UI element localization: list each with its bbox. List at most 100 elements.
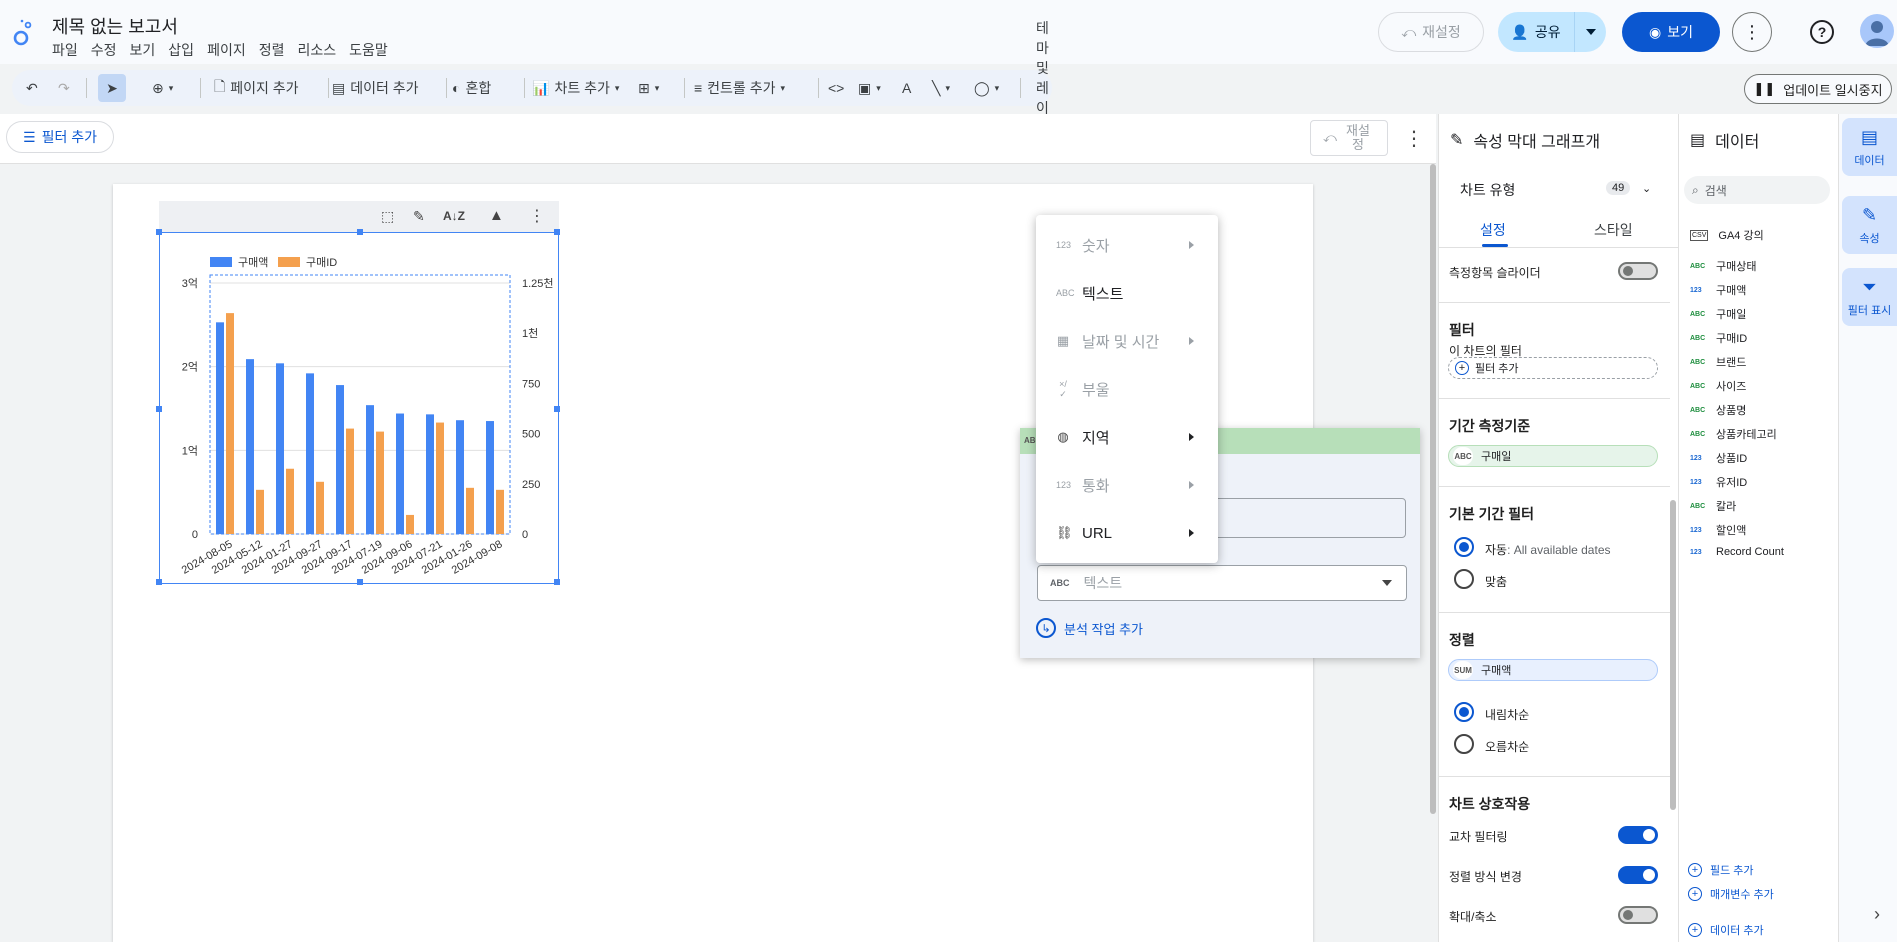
field-name: 상품카테고리 <box>1716 429 1777 441</box>
type-menu-item[interactable]: ▦ 날짜 및 시간 <box>1036 317 1218 365</box>
help-icon[interactable]: ? <box>1810 20 1834 44</box>
account-icon <box>1865 21 1889 46</box>
undo-icon[interactable]: ↶ <box>26 70 38 106</box>
legend-swatch <box>278 257 300 267</box>
reset-button[interactable]: ⤺ 재설정 <box>1378 12 1484 52</box>
select-pointer-icon[interactable]: ➤ <box>98 74 126 102</box>
data-field-item[interactable]: ABC 구매일 <box>1690 306 1746 322</box>
kebab-icon[interactable]: ⋮ <box>1404 126 1424 151</box>
bar-chart[interactable]: 0 1억 2억 3억 0 250 500 750 1천 1.25천 2024-08-05 2024-0… <box>156 229 560 585</box>
view-button[interactable]: ◉ 보기 <box>1622 12 1720 52</box>
data-field-item[interactable]: 123 유저ID <box>1690 474 1747 490</box>
more-options-button[interactable]: ⋮ <box>1732 12 1772 52</box>
tab-style[interactable]: 스타일 <box>1594 220 1633 240</box>
report-title[interactable]: 제목 없는 보고서 <box>52 13 178 39</box>
data-field-item[interactable]: 123 구매액 <box>1690 282 1746 298</box>
menu-edit[interactable]: 수정 <box>91 40 117 60</box>
add-control-button[interactable]: ≡ 컨트롤 추가 ▾ <box>694 70 785 106</box>
line-icon[interactable]: ╲ ▾ <box>932 70 950 106</box>
custom-date-radio[interactable] <box>1454 569 1474 589</box>
props-scrollbar[interactable] <box>1670 500 1676 810</box>
data-field-item[interactable]: ABC 상품명 <box>1690 402 1746 418</box>
data-field-item[interactable]: ABC 사이즈 <box>1690 378 1746 394</box>
data-field-item[interactable]: 123 Record Count <box>1690 546 1784 558</box>
pencil-icon[interactable]: ✎ <box>413 208 425 225</box>
tab-active-indicator <box>1482 244 1508 247</box>
chevron-down-icon[interactable]: ⌄ <box>1642 182 1651 195</box>
add-filter-button[interactable]: ☰ 필터 추가 <box>6 121 114 153</box>
data-field-item[interactable]: ABC 구매ID <box>1690 330 1747 346</box>
image-icon[interactable]: ▣ ▾ <box>858 70 881 106</box>
sort-metric-chip[interactable]: SUM 구매액 <box>1448 659 1658 681</box>
add-field-link[interactable]: + 필드 추가 <box>1688 862 1754 878</box>
auto-date-radio[interactable] <box>1454 537 1474 557</box>
text-box-icon[interactable]: A <box>902 70 911 106</box>
sort-desc-radio[interactable] <box>1454 702 1474 722</box>
data-source[interactable]: CSV GA4 강의 <box>1690 227 1764 243</box>
type-menu-item[interactable]: ABC 텍스트 <box>1036 269 1218 317</box>
rail-properties-button[interactable]: ✎ 속성 <box>1842 196 1897 254</box>
type-menu-item[interactable]: 123 숫자 <box>1036 221 1218 269</box>
menu-page[interactable]: 페이지 <box>207 40 246 60</box>
redo-icon[interactable]: ↷ <box>58 70 70 106</box>
warning-icon[interactable]: ▲ <box>489 207 504 224</box>
default-date-range-heading: 기본 기간 필터 <box>1449 506 1535 522</box>
rail-data-button[interactable]: ▤ 데이터 <box>1842 118 1897 176</box>
field-name: 구매액 <box>1716 285 1747 297</box>
menu-insert[interactable]: 삽입 <box>168 40 194 60</box>
chart-add-filter-button[interactable]: + 필터 추가 <box>1448 357 1658 379</box>
data-field-item[interactable]: ABC 브랜드 <box>1690 354 1746 370</box>
add-page-button[interactable]: 🗋 페이지 추가 <box>214 70 299 106</box>
sort-az-icon[interactable]: A↓Z <box>443 209 465 223</box>
select-area-icon[interactable]: ⬚ <box>381 208 394 225</box>
cross-filter-toggle[interactable] <box>1618 826 1658 844</box>
reset-filters-button[interactable]: ⤺ 재설정 <box>1310 120 1388 156</box>
pause-updates-button[interactable]: ❚❚ 업데이트 일시중지 <box>1744 74 1892 104</box>
add-data-button[interactable]: ▤ 데이터 추가 <box>332 70 419 106</box>
sort-heading: 정렬 <box>1449 632 1475 648</box>
type-menu-item[interactable]: ×/✓ 부울 <box>1036 365 1218 413</box>
chevron-right-icon[interactable]: › <box>1874 904 1880 925</box>
community-viz-button[interactable]: ⊞ ▾ <box>638 70 659 106</box>
looker-studio-logo-icon[interactable] <box>12 18 36 48</box>
tab-setup[interactable]: 설정 <box>1480 220 1506 240</box>
add-data-link[interactable]: + 데이터 추가 <box>1688 922 1764 938</box>
theme-layout-button[interactable]: 테마 및 레이아웃 <box>1036 20 1052 156</box>
menu-help[interactable]: 도움말 <box>349 40 388 60</box>
submenu-arrow-icon <box>1189 433 1194 441</box>
field-type-tag: ABC <box>1690 406 1706 414</box>
field-type-select[interactable]: ABC 텍스트 <box>1037 565 1407 601</box>
blend-button[interactable]: ◐ 혼합 <box>452 70 491 106</box>
zoom-toggle[interactable] <box>1618 906 1658 924</box>
menu-file[interactable]: 파일 <box>52 40 78 60</box>
menu-view[interactable]: 보기 <box>130 40 156 60</box>
data-field-item[interactable]: ABC 구매상태 <box>1690 258 1756 274</box>
data-field-item[interactable]: 123 할인액 <box>1690 522 1746 538</box>
shape-icon[interactable]: ◯ ▾ <box>974 70 999 106</box>
menu-resource[interactable]: 리소스 <box>297 40 336 60</box>
data-field-item[interactable]: 123 상품ID <box>1690 450 1747 466</box>
data-search-input[interactable]: ⌕ 검색 <box>1684 176 1830 204</box>
avatar[interactable] <box>1860 14 1894 48</box>
add-chart-button[interactable]: 📊 차트 추가 ▾ <box>532 70 619 106</box>
canvas-scrollbar[interactable] <box>1430 164 1436 814</box>
chart-type-row[interactable]: 차트 유형 ⌄ <box>1438 172 1678 208</box>
zoom-button[interactable]: ⊕ ▾ <box>152 70 173 106</box>
add-parameter-link[interactable]: + 매개변수 추가 <box>1688 886 1774 902</box>
date-dimension-chip[interactable]: ABC 구매일 <box>1448 445 1658 467</box>
metric-slider-toggle[interactable] <box>1618 262 1658 280</box>
change-sort-toggle[interactable] <box>1618 866 1658 884</box>
rail-filter-button[interactable]: ⏷ 필터 표시 <box>1842 268 1897 326</box>
menu-arrange[interactable]: 정렬 <box>259 40 285 60</box>
type-menu-item[interactable]: ◍ 지역 <box>1036 413 1218 461</box>
type-menu-item[interactable]: ⛓ URL <box>1036 509 1218 557</box>
sort-asc-radio[interactable] <box>1454 734 1474 754</box>
embed-code-icon[interactable]: <> <box>828 70 844 106</box>
type-menu-item[interactable]: 123 통화 <box>1036 461 1218 509</box>
data-field-item[interactable]: ABC 칼라 <box>1690 498 1736 514</box>
data-field-item[interactable]: ABC 상품카테고리 <box>1690 426 1777 442</box>
kebab-icon[interactable]: ⋮ <box>529 206 545 226</box>
field-name: 할인액 <box>1716 525 1747 537</box>
share-button[interactable]: 👤 공유 <box>1498 12 1574 52</box>
add-calculation-link[interactable]: ↳ 분석 작업 추가 <box>1036 618 1143 638</box>
